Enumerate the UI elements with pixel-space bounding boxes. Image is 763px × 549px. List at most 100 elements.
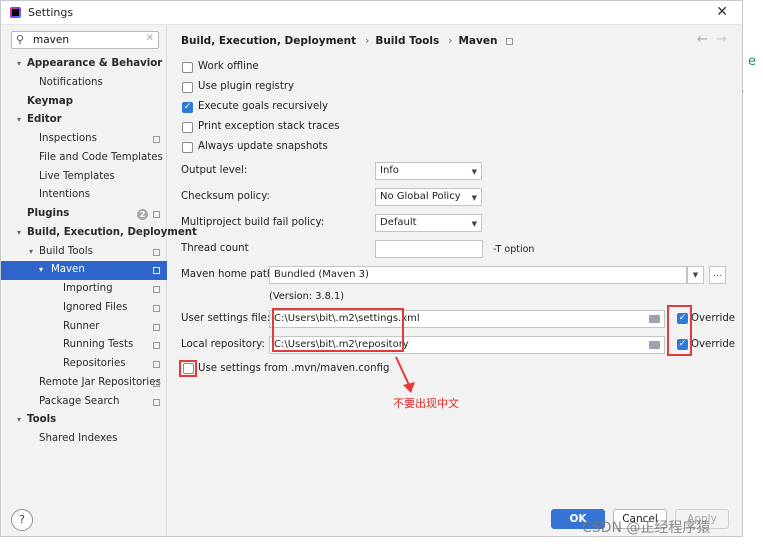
tree-item-file-and-code-templates[interactable]: File and Code Templates [1, 149, 167, 168]
tree-item-shared-indexes[interactable]: Shared Indexes [1, 430, 167, 449]
checksum-policy-label: Checksum policy: [181, 191, 270, 202]
tree-item-label: Live Templates [39, 170, 115, 182]
tree-item-tools[interactable]: ▾ Tools [1, 411, 167, 430]
tree-item-label: Plugins [27, 208, 70, 219]
tree-item-keymap[interactable]: Keymap [1, 93, 167, 112]
breadcrumb-separator: › [365, 35, 370, 47]
project-scope-icon [153, 379, 160, 387]
user-settings-label: User settings file: [181, 313, 271, 324]
project-scope-icon [506, 37, 514, 45]
use-plugin-registry-checkbox[interactable] [182, 82, 193, 93]
chevron-down-icon[interactable]: ▾ [17, 411, 21, 430]
project-scope-icon [153, 304, 160, 312]
forward-arrow-icon[interactable]: → [716, 32, 727, 47]
multiproject-fail-dropdown[interactable]: Default ▼ [375, 214, 482, 232]
chevron-down-icon[interactable]: ▾ [29, 243, 33, 262]
tree-item-label: Appearance & Behavior [27, 58, 163, 69]
tree-item-plugins[interactable]: Plugins 2 [1, 205, 167, 224]
chevron-down-icon[interactable]: ▾ [17, 55, 21, 74]
settings-sidebar: ⚲ maven ✕ ▾ Appearance & Behavior Notifica… [1, 25, 197, 536]
settings-tree: ▾ Appearance & Behavior Notifications Keyma… [1, 55, 197, 449]
intellij-app-icon [10, 7, 21, 18]
tree-item-label: Editor [27, 114, 62, 126]
always-update-snapshots-label: Always update snapshots [198, 141, 328, 152]
local-repository-override-label: Override [691, 339, 736, 350]
tree-item-remote-jar-repositories[interactable]: Remote Jar Repositories [1, 374, 167, 393]
clear-search-icon[interactable]: ✕ [146, 33, 154, 44]
update-count-badge: 2 [137, 209, 148, 220]
close-icon[interactable]: ✕ [716, 4, 728, 20]
use-plugin-registry-label: Use plugin registry [198, 81, 295, 92]
tree-item-importing[interactable]: Importing [1, 280, 167, 299]
tree-item-intentions[interactable]: Intentions [1, 186, 167, 205]
tree-item-label: Repositories [63, 358, 126, 369]
tree-item-label: Remote Jar Repositories [39, 376, 161, 388]
tree-item-label: Maven [51, 264, 85, 276]
tree-item-label: Inspections [39, 133, 97, 144]
project-scope-icon [153, 286, 160, 293]
annotation-text: 不要出现中文 [393, 397, 459, 410]
tree-item-label: Tools [27, 414, 57, 426]
breadcrumb-build-execution[interactable]: Build, Execution, Deployment [181, 35, 356, 47]
tree-item-package-search[interactable]: Package Search [1, 393, 167, 412]
execute-goals-recursively-label: Execute goals recursively [198, 101, 329, 112]
tree-item-running-tests[interactable]: Running Tests [1, 336, 167, 355]
annotation-box-paths [272, 308, 404, 352]
tree-item-maven[interactable]: ▾ Maven [1, 261, 167, 280]
always-update-snapshots-checkbox[interactable] [182, 142, 193, 153]
project-scope-icon [153, 323, 160, 331]
tree-item-repositories[interactable]: Repositories [1, 355, 167, 374]
project-scope-icon [153, 342, 160, 350]
tree-item-build-tools[interactable]: ▾ Build Tools [1, 243, 167, 262]
back-arrow-icon[interactable]: ← [697, 32, 708, 47]
chevron-down-icon[interactable]: ▾ [39, 261, 43, 280]
project-scope-icon [153, 248, 160, 256]
tree-item-live-templates[interactable]: Live Templates [1, 168, 167, 187]
maven-home-browse-button[interactable]: ... [709, 266, 726, 284]
work-offline-checkbox[interactable] [182, 62, 193, 73]
tree-item-editor[interactable]: ▾ Editor [1, 111, 167, 130]
tree-item-label: Shared Indexes [39, 433, 118, 444]
checksum-policy-value: No Global Policy [380, 191, 461, 202]
settings-window: Settings ✕ ⚲ maven ✕ ▾ Appearance & Behav… [0, 0, 743, 537]
tree-item-runner[interactable]: Runner [1, 318, 167, 337]
maven-home-dropdown-button[interactable]: ▼ [687, 266, 704, 284]
project-scope-icon [153, 136, 160, 143]
tree-item-inspections[interactable]: Inspections [1, 130, 167, 149]
tree-item-label: Package Search [39, 395, 120, 407]
window-title: Settings [28, 6, 74, 19]
maven-version-text: (Version: 3.8.1) [269, 291, 345, 302]
folder-icon[interactable] [649, 315, 660, 323]
local-repository-label: Local repository: [181, 339, 265, 350]
background-editor-fragment: e [748, 54, 756, 69]
tree-item-label: Notifications [39, 76, 103, 88]
thread-count-input[interactable] [375, 240, 483, 258]
help-button[interactable]: ? [11, 509, 33, 531]
output-level-dropdown[interactable]: Info ▼ [375, 162, 482, 180]
maven-home-field[interactable]: Bundled (Maven 3) [269, 266, 687, 284]
chevron-down-icon[interactable]: ▾ [17, 111, 21, 130]
tree-item-label: Intentions [39, 189, 91, 201]
tree-item-label: Importing [63, 283, 113, 294]
maven-settings-panel: Build, Execution, Deployment › Build Tools… [167, 25, 742, 505]
print-exception-label: Print exception stack traces [198, 121, 340, 132]
tree-item-label: Keymap [27, 95, 74, 107]
tree-item-notifications[interactable]: Notifications [1, 74, 167, 93]
chevron-down-icon[interactable]: ▾ [17, 224, 21, 243]
breadcrumb-build-tools[interactable]: Build Tools [375, 35, 439, 47]
csdn-watermark: CSDN @正经程序猿 [582, 520, 711, 536]
folder-icon[interactable] [649, 341, 660, 349]
execute-goals-recursively-checkbox[interactable]: ✓ [182, 102, 193, 113]
print-exception-checkbox[interactable] [182, 122, 193, 133]
chevron-down-icon: ▼ [471, 220, 477, 228]
tree-item-ignored-files[interactable]: Ignored Files [1, 299, 167, 318]
search-input[interactable]: ⚲ maven ✕ [11, 31, 159, 49]
tree-item-label: Running Tests [63, 339, 134, 351]
project-scope-icon [153, 398, 160, 406]
tree-item-label: Build Tools [39, 245, 93, 257]
project-scope-icon [153, 267, 160, 275]
breadcrumb-maven: Maven [458, 35, 498, 47]
tree-item-appearance-behavior[interactable]: ▾ Appearance & Behavior [1, 55, 167, 74]
checksum-policy-dropdown[interactable]: No Global Policy ▼ [375, 188, 482, 206]
tree-item-build-execution-deployment[interactable]: ▾ Build, Execution, Deployment [1, 224, 197, 243]
